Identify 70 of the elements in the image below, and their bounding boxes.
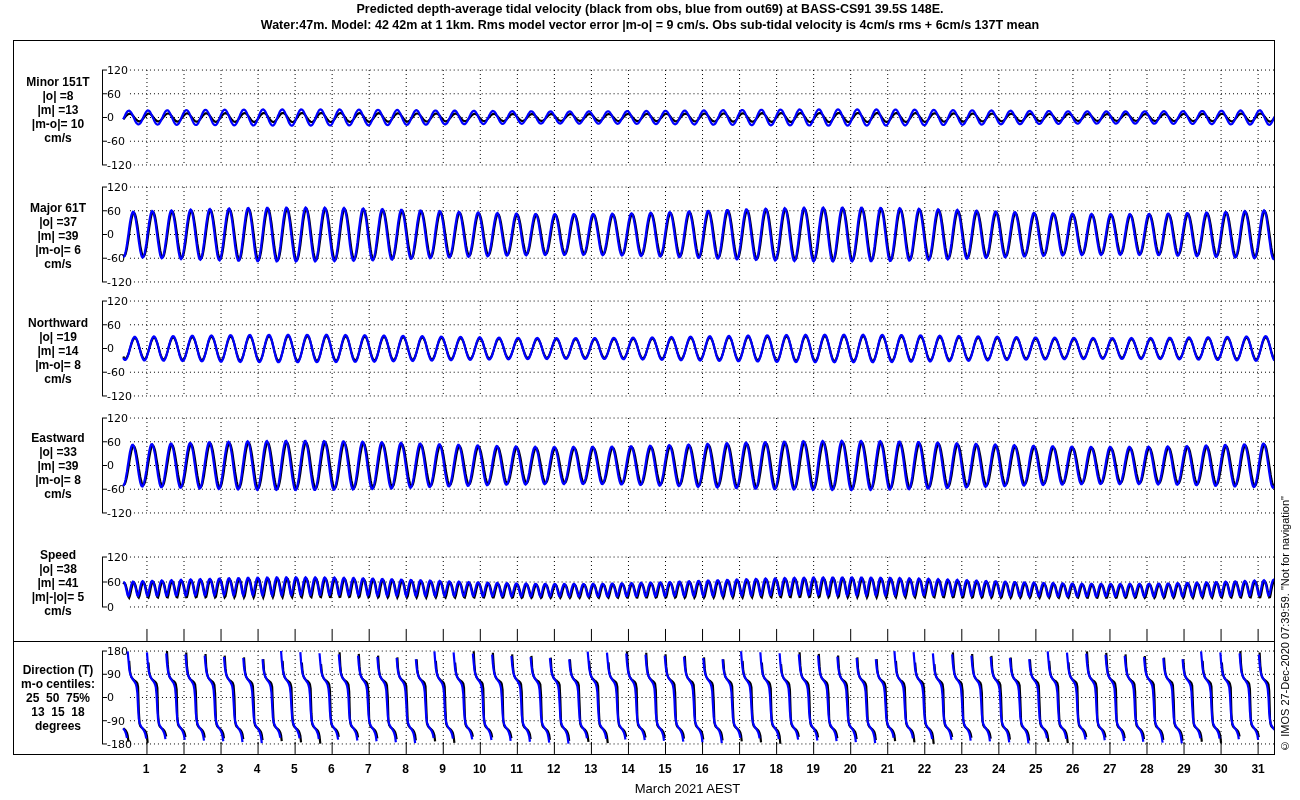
axis-tick-label: 180 [107,645,128,659]
axis-tick-label: 60 [107,435,121,449]
axis-tick-label: 0 [107,459,114,473]
chart-title: Water:47m. Model: 42 42m at 1 1km. Rms model vector error |m-o| = 9 cm/s. Obs sub-tidal velocity is 4cm/s rms + 6cm/s 137T mean [259,17,1041,33]
axis-tick-label: -90 [107,714,125,728]
axis-tick-label: 8 [402,761,409,776]
axis-tick-label: 3 [216,761,224,776]
axis-tick-label: 14 [621,761,635,776]
axis-tick-label: 60 [107,87,121,101]
axis-tick-label: 0 [107,111,114,125]
axis-tick-label: -60 [107,252,125,266]
axis-tick-label: 90 [107,668,121,682]
axis-tick-label: 120 [107,412,128,426]
axis-tick-label: 120 [107,64,128,78]
axis-tick-label: 0 [107,228,114,242]
axis-tick-label: 12 [547,761,561,776]
axis-tick-label: -120 [107,506,132,520]
axis-tick-label: 24 [991,761,1006,776]
axis-tick-label: 5 [290,761,298,776]
axis-tick-label: 6 [328,761,335,776]
axis-tick-label: -120 [107,158,132,172]
axis-tick-label: 16 [695,761,709,776]
axis-tick-label: -120 [107,275,132,289]
axis-tick-label: 7 [365,761,372,776]
panel-label: Minor 151T |o| =8 |m| =13 |m-o|= 10 cm/s [26,74,90,145]
axis-tick-label: 13 [584,761,598,776]
chart-title: Predicted depth-average tidal velocity (black from obs, blue from out69) at BASS-CS91 39.5S 148E. [355,1,945,17]
axis-tick-label: 29 [1177,761,1191,776]
panel-label: Eastward |o| =33 |m| =39 |m-o|= 8 cm/s [31,431,85,501]
axis-tick-label: 28 [1140,761,1154,776]
axis-tick-label: 60 [107,204,121,218]
axis-tick-label: 17 [732,761,746,776]
axis-tick-label: -60 [107,135,125,149]
axis-tick-label: -180 [107,737,132,751]
axis-tick-label: 19 [806,761,820,776]
axis-tick-label: -60 [107,366,125,380]
axis-tick-label: 120 [107,181,128,195]
axis-tick-label: 10 [472,761,487,776]
axis-tick-label: 0 [107,342,114,356]
panel-label: Northward |o| =19 |m| =14 |m-o|= 8 cm/s [28,315,88,386]
copyright-note: © IMOS 27-Dec-2020 07:39:59. "Not for navigation" [1279,496,1291,752]
axis-tick-label: -60 [107,483,125,497]
y-axis [102,556,108,608]
axis-tick-label: 18 [769,761,783,776]
axis-title: March 2021 AEST [633,780,742,798]
axis-tick-label: 31 [1251,761,1265,776]
axis-tick-label: 60 [107,318,121,332]
axis-tick-label: 26 [1066,761,1080,776]
axis-tick-label: 2 [179,761,187,776]
axis-tick-label: 120 [107,295,128,309]
axis-tick-label: 0 [107,691,114,705]
panel-label: Direction (T) m-o centiles: 25 50 75% 13 15 18 degrees [21,663,95,733]
axis-tick-label: -120 [107,389,132,403]
axis-tick-label: 1 [142,761,150,776]
axis-tick-label: 0 [107,601,114,614]
axis-tick-label: 27 [1103,761,1117,776]
axis-tick-label: 22 [917,761,932,776]
axis-tick-label: 9 [439,761,446,776]
axis-tick-label: 21 [880,761,895,776]
axis-tick-label: 20 [843,761,857,776]
panel-label: Major 61T |o| =37 |m| =39 |m-o|= 6 cm/s [30,200,86,271]
axis-tick-label: 120 [107,551,128,564]
axis-tick-label: 15 [658,761,672,776]
axis-tick-label: 11 [510,761,524,776]
axis-tick-label: 60 [107,576,121,589]
axis-tick-label: 4 [253,761,261,776]
axis-tick-label: 23 [954,761,969,776]
axis-tick-label: 30 [1214,761,1228,776]
axis-tick-label: 25 [1029,761,1043,776]
panel-label: Speed |o| =38 |m| =41 |m|-|o|= 5 cm/s [31,547,85,618]
